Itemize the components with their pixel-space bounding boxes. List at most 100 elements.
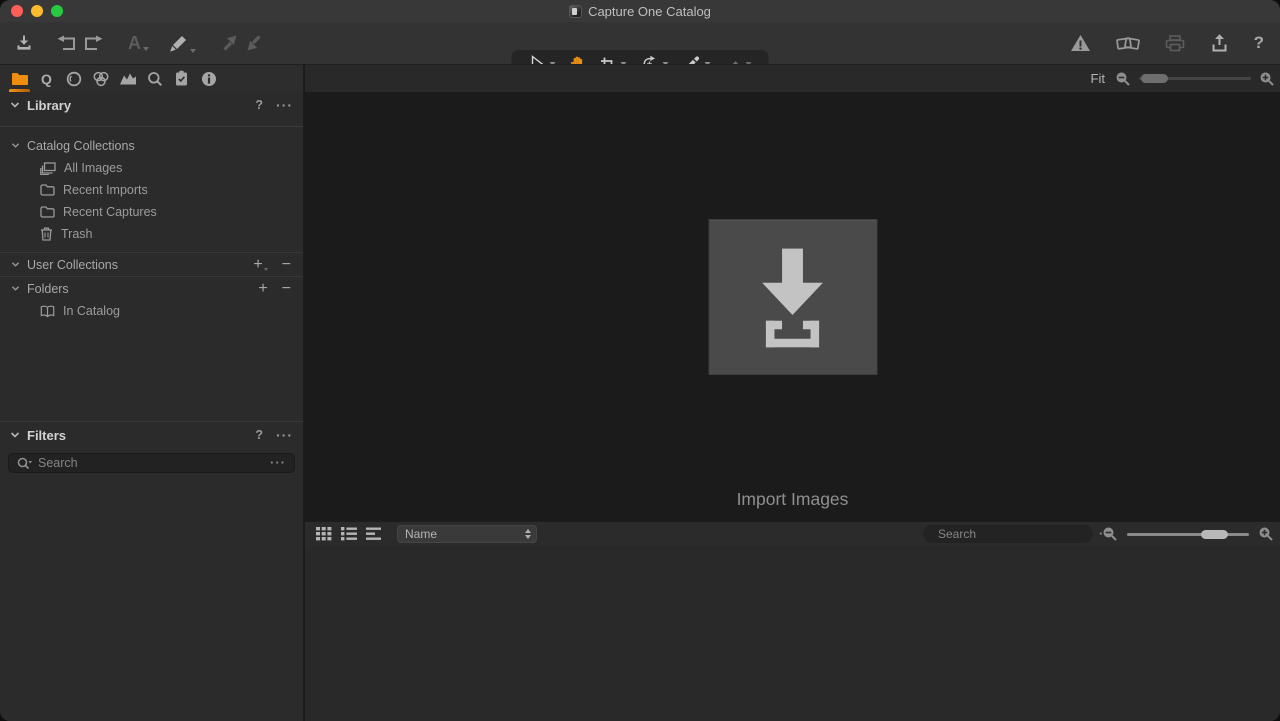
- thumbnail-browser-area[interactable]: [305, 546, 1280, 721]
- add-collection-button[interactable]: +: [253, 259, 267, 271]
- chevron-down-icon[interactable]: [10, 101, 20, 109]
- warning-icon: [1070, 34, 1091, 52]
- toolbar-right-group: ?: [1070, 22, 1264, 64]
- folder-icon: [40, 184, 55, 196]
- chevron-down-icon[interactable]: [11, 261, 20, 268]
- section-catalog-collections[interactable]: Catalog Collections: [0, 134, 303, 157]
- import-icon: [14, 33, 34, 53]
- tab-adjustments[interactable]: [168, 65, 195, 92]
- lens-icon: [66, 71, 82, 87]
- section-label: Catalog Collections: [27, 139, 135, 153]
- filters-search-input[interactable]: [38, 456, 264, 470]
- export-button[interactable]: [1210, 33, 1229, 53]
- list-item-in-catalog[interactable]: In Catalog: [0, 300, 303, 322]
- browser-search-field[interactable]: ···: [923, 525, 1093, 543]
- list-item-all-images[interactable]: All Images: [0, 157, 303, 179]
- item-label: All Images: [64, 161, 122, 175]
- search-icon: [17, 457, 32, 470]
- zoom-in-icon[interactable]: [1259, 71, 1275, 87]
- slider-thumb[interactable]: [1141, 74, 1168, 83]
- tab-capture[interactable]: Q: [33, 65, 60, 92]
- filters-help-button[interactable]: ?: [255, 428, 263, 442]
- tab-metadata[interactable]: [195, 65, 222, 92]
- capture-q-icon: Q: [41, 72, 52, 86]
- rotate-left-button[interactable]: [56, 35, 77, 52]
- search-options-button[interactable]: ···: [270, 460, 286, 466]
- import-images-dropzone[interactable]: [709, 220, 876, 374]
- window-title-area: Capture One Catalog: [0, 0, 1280, 22]
- tool-tab-strip: Q: [0, 64, 303, 92]
- book-icon: [40, 305, 55, 318]
- chevron-down-icon[interactable]: [11, 285, 20, 292]
- styles-icon: A: [128, 35, 141, 51]
- chevron-down-icon[interactable]: [10, 431, 20, 439]
- list-item-trash[interactable]: Trash: [0, 223, 303, 245]
- tab-color[interactable]: [87, 65, 114, 92]
- details-view-icon[interactable]: [366, 527, 382, 541]
- rotate-left-icon: [56, 35, 77, 52]
- grid-view-icon[interactable]: [316, 527, 332, 541]
- brush-icon: [169, 34, 188, 53]
- section-user-collections[interactable]: User Collections + −: [0, 252, 303, 276]
- browser-toolbar: Name ···: [305, 521, 1280, 546]
- list-item-recent-imports[interactable]: Recent Imports: [0, 179, 303, 201]
- thumbnail-zoom-out-icon[interactable]: [1102, 526, 1118, 542]
- view-mode-group: [316, 527, 382, 541]
- folder-icon: [40, 206, 55, 218]
- chevron-down-icon[interactable]: [11, 142, 20, 149]
- library-more-button[interactable]: ···: [276, 101, 293, 109]
- print-button[interactable]: [1165, 35, 1185, 52]
- warnings-button[interactable]: [1070, 34, 1091, 52]
- apply-adjustments-button[interactable]: [246, 34, 264, 52]
- plus-icon: +: [253, 259, 262, 271]
- item-label: In Catalog: [63, 304, 120, 318]
- help-button[interactable]: ?: [1254, 33, 1264, 53]
- style-brush-button[interactable]: [169, 34, 196, 53]
- slider-thumb[interactable]: [1201, 530, 1228, 539]
- list-item-recent-captures[interactable]: Recent Captures: [0, 201, 303, 223]
- info-icon: [201, 71, 217, 87]
- add-caret-icon: [264, 268, 268, 271]
- capture-pilot-button[interactable]: [1116, 35, 1140, 52]
- app-icon: [569, 5, 582, 18]
- library-help-button[interactable]: ?: [255, 98, 263, 112]
- viewer-zoom-slider[interactable]: [1139, 72, 1251, 85]
- thumbnail-zoom-in-icon[interactable]: [1258, 526, 1274, 542]
- import-button[interactable]: [14, 33, 34, 53]
- apply-adjustments-icon: [246, 34, 264, 52]
- copy-adjustments-icon: [220, 34, 238, 52]
- item-label: Recent Captures: [63, 205, 157, 219]
- clipboard-check-icon: [174, 70, 189, 87]
- styles-button[interactable]: A: [128, 35, 149, 51]
- import-images-label: Import Images: [305, 489, 1280, 510]
- section-folders[interactable]: Folders + −: [0, 276, 303, 300]
- filters-more-button[interactable]: ···: [276, 431, 293, 439]
- sort-select[interactable]: Name: [397, 525, 537, 543]
- main-toolbar: A: [0, 22, 1280, 64]
- tab-exposure[interactable]: [114, 65, 141, 92]
- thumbnail-zoom-slider[interactable]: [1127, 528, 1249, 541]
- list-view-icon[interactable]: [341, 527, 357, 541]
- window-title: Capture One Catalog: [588, 4, 711, 19]
- zoom-mode-label[interactable]: Fit: [1091, 71, 1105, 86]
- remove-collection-button[interactable]: −: [282, 259, 291, 271]
- section-label: User Collections: [27, 258, 118, 272]
- remove-folder-button[interactable]: −: [282, 283, 291, 295]
- zoom-out-icon[interactable]: [1115, 71, 1131, 87]
- browser-search-input[interactable]: [938, 527, 1093, 541]
- tab-lens[interactable]: [60, 65, 87, 92]
- add-folder-button[interactable]: +: [258, 283, 267, 295]
- library-panel-title: Library: [27, 98, 71, 113]
- tab-details[interactable]: [141, 65, 168, 92]
- toolbar-left-group: A: [14, 22, 264, 64]
- trash-icon: [40, 227, 53, 241]
- import-arrow-icon: [745, 241, 841, 353]
- tab-library[interactable]: [6, 65, 33, 92]
- sort-select-value: Name: [405, 527, 437, 541]
- rotate-right-button[interactable]: [83, 35, 104, 52]
- filters-panel-title: Filters: [27, 428, 66, 443]
- library-folder-icon: [11, 72, 29, 86]
- item-label: Recent Imports: [63, 183, 148, 197]
- filters-search-field[interactable]: ···: [8, 453, 295, 473]
- copy-adjustments-button[interactable]: [220, 34, 238, 52]
